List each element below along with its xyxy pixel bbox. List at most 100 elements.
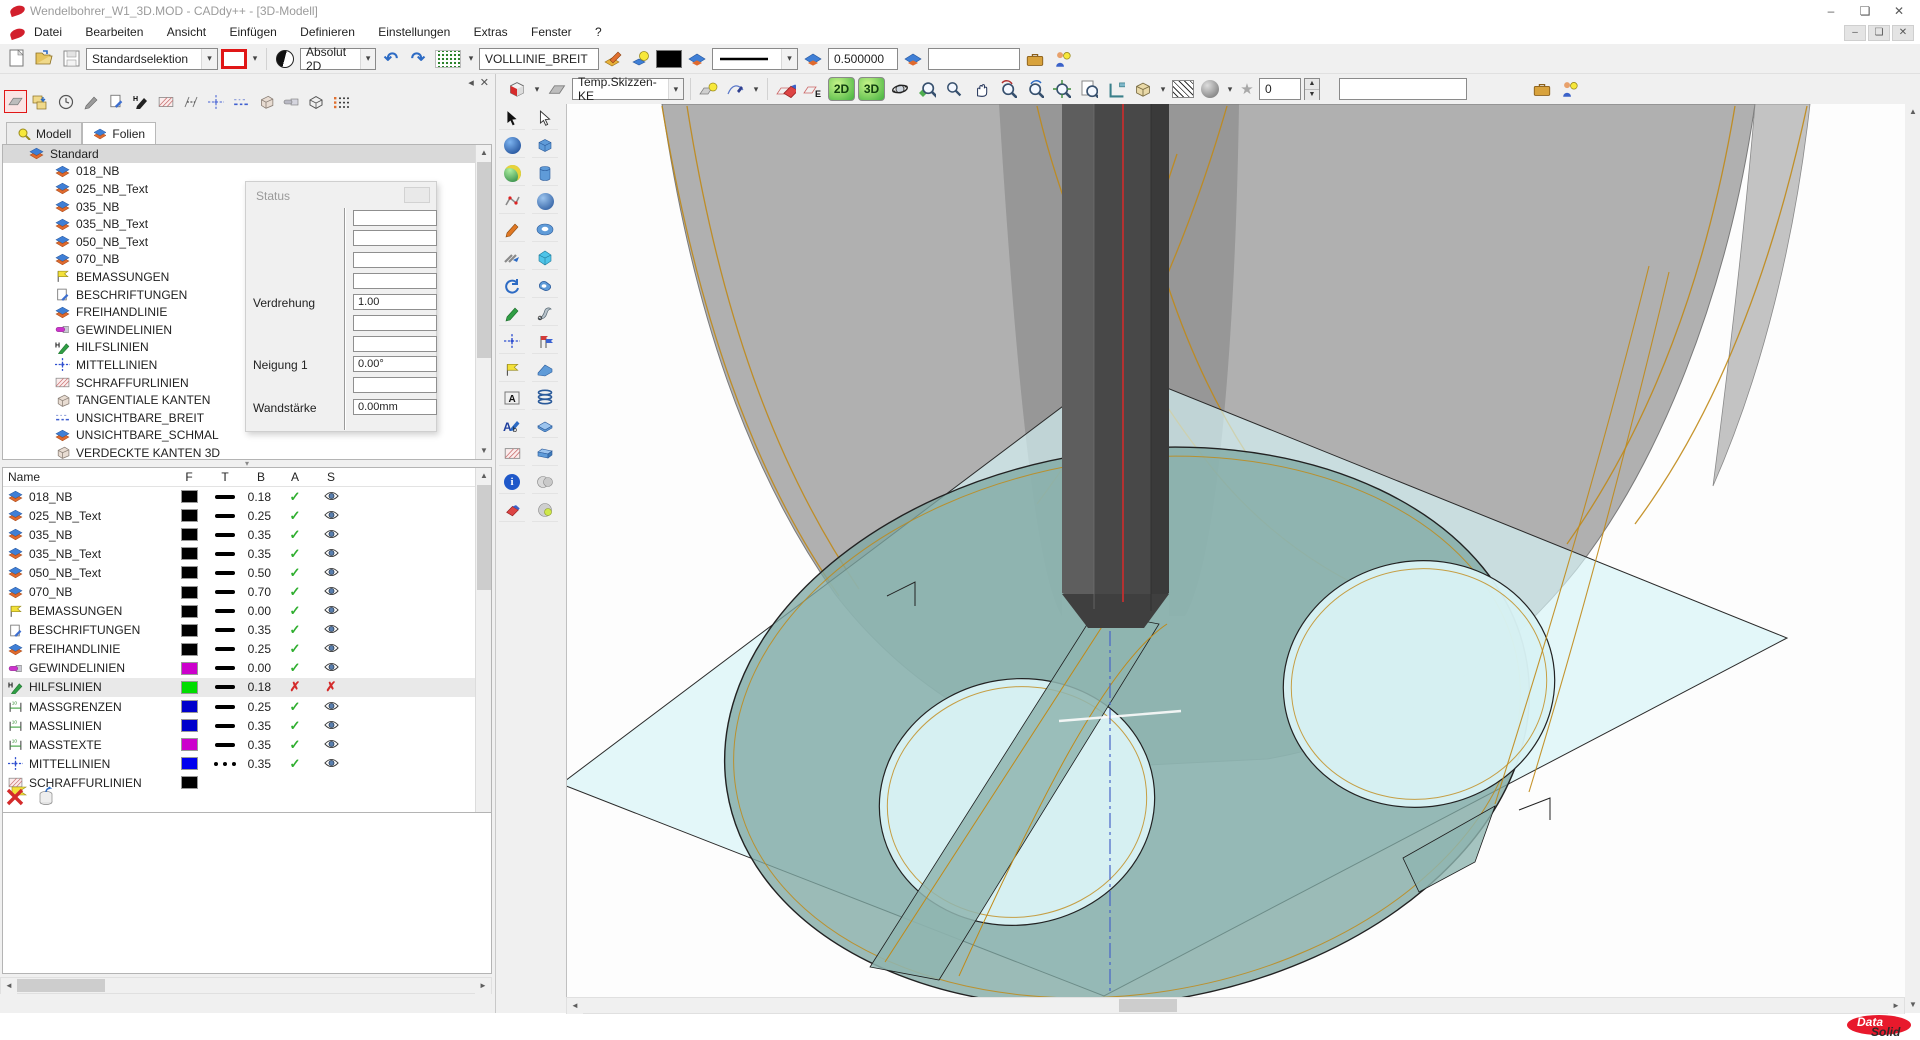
scroll-up-icon[interactable]: ▲: [476, 145, 492, 161]
bold-pencil-icon[interactable]: H: [129, 90, 152, 113]
save-icon[interactable]: [59, 47, 83, 71]
layer-diamond-icon[interactable]: [685, 47, 709, 71]
mdi-minimize-button[interactable]: –: [1844, 25, 1866, 41]
current-color-swatch[interactable]: [656, 50, 682, 68]
wandstaerke-field[interactable]: 0.00mm: [353, 399, 437, 415]
sweep-icon[interactable]: [532, 302, 558, 326]
sketch-ke-combo[interactable]: Temp.Skizzen-KE ▾: [572, 78, 684, 100]
hatch-pattern-icon[interactable]: [1171, 77, 1195, 101]
status-field-1[interactable]: [353, 210, 437, 226]
assistant-icon[interactable]: [1557, 77, 1581, 101]
visibility-eye-icon[interactable]: [324, 491, 339, 501]
visibility-eye-icon[interactable]: [324, 643, 339, 653]
open-file-icon[interactable]: [32, 47, 56, 71]
centerline-small-icon[interactable]: [229, 90, 252, 113]
table-row[interactable]: MASSTEXTE0.35✓: [3, 735, 491, 754]
table-row[interactable]: GEWINDELINIEN0.00✓: [3, 659, 491, 678]
curve-pen-icon[interactable]: [724, 77, 748, 101]
select-arrow-icon[interactable]: [499, 106, 525, 130]
panel-hscrollbar[interactable]: ◄ ►: [0, 977, 492, 994]
tree-scroll-thumb[interactable]: [477, 162, 491, 358]
scroll-up-icon[interactable]: ▲: [1905, 104, 1920, 120]
centerline-icon[interactable]: [204, 90, 227, 113]
scroll-right-icon[interactable]: ►: [1888, 998, 1904, 1014]
cube-wire-icon[interactable]: [254, 90, 277, 113]
new-file-icon[interactable]: [5, 47, 29, 71]
text-box-icon[interactable]: A: [499, 386, 525, 410]
status-field-9[interactable]: [353, 377, 437, 393]
visibility-eye-icon[interactable]: [324, 720, 339, 730]
visibility-eye-icon[interactable]: [324, 529, 339, 539]
table-row[interactable]: MITTELLINIEN0.35✓: [3, 754, 491, 773]
table-row[interactable]: MASSLINIEN0.35✓: [3, 716, 491, 735]
text-edit-icon[interactable]: Ab: [499, 414, 525, 438]
color-picker-button[interactable]: [221, 49, 247, 69]
layer-state-icon[interactable]: [4, 90, 27, 113]
clock-edit-icon[interactable]: [54, 90, 77, 113]
primitive-block-icon[interactable]: [532, 442, 558, 466]
primitive-cylinder-icon[interactable]: [532, 162, 558, 186]
tree-scrollbar[interactable]: ▲ ▼: [475, 145, 491, 459]
table-row[interactable]: BESCHRIFTUNGEN0.35✓: [3, 621, 491, 640]
dimension-flag-icon[interactable]: [499, 358, 525, 382]
solid-cube-icon[interactable]: [505, 77, 529, 101]
visibility-eye-icon[interactable]: [324, 510, 339, 520]
visibility-eye-icon[interactable]: [324, 605, 339, 615]
restore-button[interactable]: ❏: [1848, 1, 1882, 21]
hatch-tool-icon[interactable]: [499, 442, 525, 466]
table-row[interactable]: 018_NB0.18✓: [3, 487, 491, 506]
minimize-button[interactable]: –: [1814, 1, 1848, 21]
close-button[interactable]: ✕: [1882, 1, 1916, 21]
menu-einfuegen[interactable]: Einfügen: [219, 22, 286, 42]
delete-constraint-icon[interactable]: [6, 786, 28, 809]
linestyle-combo[interactable]: ▾: [712, 48, 798, 70]
table-row[interactable]: FREIHANDLINIE0.25✓: [3, 640, 491, 659]
chevron-down-icon[interactable]: ▾: [668, 79, 683, 99]
primitive-prism-icon[interactable]: [532, 246, 558, 270]
attribute-input[interactable]: [928, 48, 1020, 70]
pen-layers-icon[interactable]: [602, 47, 626, 71]
coordinate-mode-combo[interactable]: Absolut 2D ▾: [300, 48, 376, 70]
table-row[interactable]: MASSGRENZEN0.25✓: [3, 697, 491, 716]
chevron-down-icon[interactable]: ▾: [781, 49, 797, 69]
select-white-arrow-icon[interactable]: [532, 106, 558, 130]
viewport-vscrollbar[interactable]: ▲ ▼: [1905, 104, 1920, 1013]
undo-icon[interactable]: ↶: [379, 47, 403, 71]
plane-bulb-icon[interactable]: [697, 77, 721, 101]
status-field-4[interactable]: [353, 273, 437, 289]
visibility-eye-icon[interactable]: [324, 567, 339, 577]
orbit-icon[interactable]: [888, 77, 912, 101]
primitive-box-icon[interactable]: [532, 134, 558, 158]
menu-definieren[interactable]: Definieren: [290, 22, 365, 42]
menu-einstellungen[interactable]: Einstellungen: [368, 22, 460, 42]
dialog-button[interactable]: [404, 187, 430, 203]
eraser-icon[interactable]: [499, 498, 525, 522]
primitive-torus-icon[interactable]: [532, 218, 558, 242]
table-row[interactable]: SCHRAFFURLINIEN: [3, 773, 491, 792]
hatch-lines-icon[interactable]: [154, 90, 177, 113]
3d-viewport[interactable]: [566, 104, 1905, 997]
chevron-down-icon[interactable]: ▾: [1225, 84, 1235, 95]
boolean-union-icon[interactable]: [532, 470, 558, 494]
visibility-eye-icon[interactable]: [324, 739, 339, 749]
message-listbox[interactable]: [2, 812, 492, 974]
grid-icon[interactable]: [433, 47, 463, 71]
table-row[interactable]: 070_NB0.70✓: [3, 582, 491, 601]
view-3d-button[interactable]: 3D: [858, 77, 885, 101]
panel-pin-button[interactable]: ◂: [468, 76, 474, 89]
flags-icon[interactable]: [532, 330, 558, 354]
table-row[interactable]: 050_NB_Text0.50✓: [3, 563, 491, 582]
node-edit-icon[interactable]: [499, 190, 525, 214]
zoom-select-icon[interactable]: [915, 77, 939, 101]
status-field-7[interactable]: [353, 336, 437, 352]
assistant-icon[interactable]: [1050, 47, 1074, 71]
scroll-up-icon[interactable]: ▲: [476, 468, 492, 484]
table-row[interactable]: 035_NB0.35✓: [3, 525, 491, 544]
chevron-down-icon[interactable]: ▾: [751, 84, 761, 95]
table-scroll-thumb[interactable]: [477, 485, 491, 590]
pencil-green-icon[interactable]: [499, 302, 525, 326]
menu-help[interactable]: ?: [585, 22, 612, 42]
chevron-down-icon[interactable]: ▾: [360, 49, 375, 69]
mdi-close-button[interactable]: ✕: [1892, 25, 1914, 41]
depth-stepper[interactable]: ▲▼: [1304, 78, 1320, 100]
